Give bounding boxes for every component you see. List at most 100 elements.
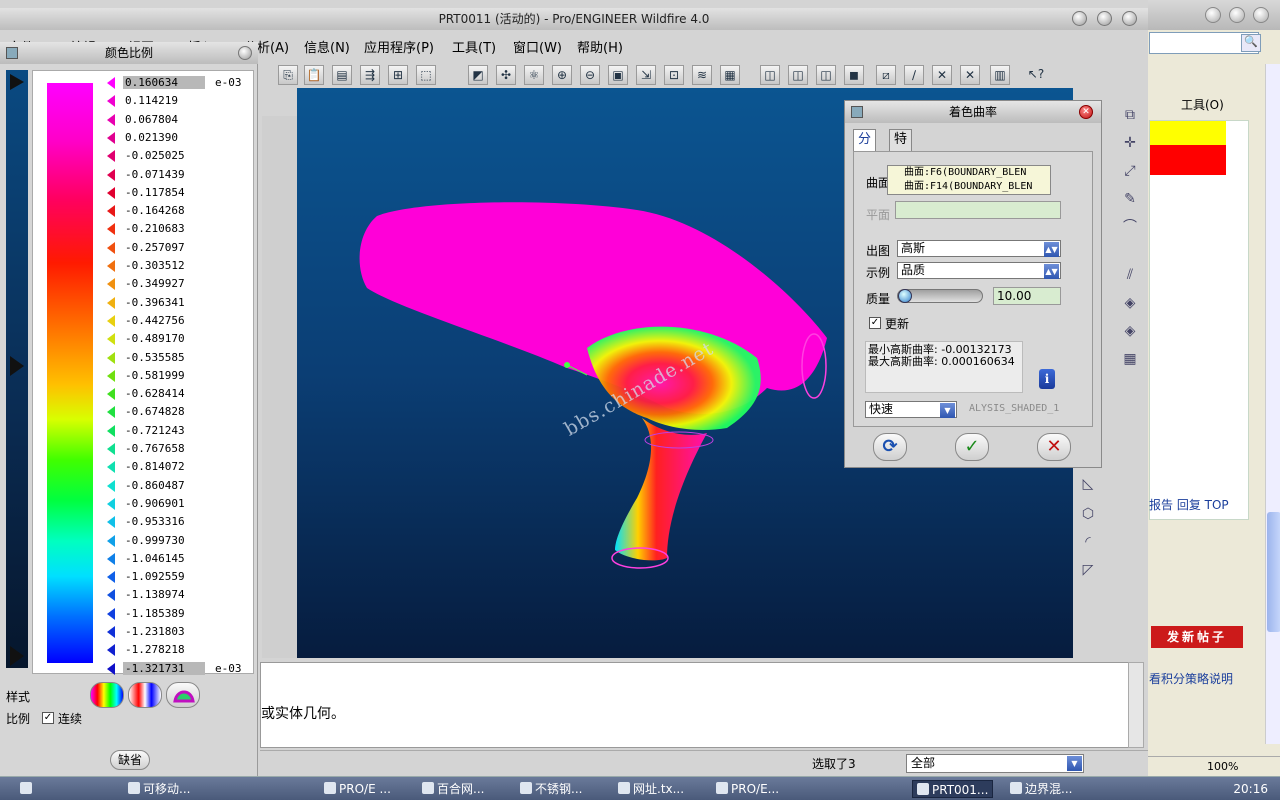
scale-tick-icon[interactable] [107,497,115,510]
mirror-tool-icon[interactable]: ⫽ [1120,265,1140,285]
browser-minimize-button[interactable] [1205,7,1221,23]
scale-tick-icon[interactable] [107,388,115,401]
shaded-style-button[interactable] [166,682,200,708]
datum-points-icon[interactable]: ✕ [932,65,952,85]
coordinate-systems-icon[interactable]: ✕ [960,65,980,85]
scale-tick-icon[interactable] [107,205,115,218]
scale-tick-icon[interactable] [107,534,115,547]
find-icon[interactable]: ⊞ [388,65,408,85]
scale-tick-icon[interactable] [107,461,115,474]
scale-tick-icon[interactable] [107,241,115,254]
quality-slider-handle[interactable] [898,289,912,303]
close-button[interactable] [1122,11,1137,26]
scale-tick-icon[interactable] [107,552,115,565]
chevron-down-icon[interactable]: ▲▼ [1044,242,1059,257]
scale-tick-icon[interactable] [107,168,115,181]
scale-tick-icon[interactable] [107,150,115,163]
scale-limit-field[interactable]: -1.321731 [123,661,205,675]
plot-type-select[interactable]: 高斯 ▲▼ [897,240,1061,257]
message-scrollbar[interactable] [1128,662,1144,748]
surface-item[interactable]: 曲面:F6(BOUNDARY_BLEN [888,166,1050,180]
scale-slider-track[interactable] [6,70,28,668]
scale-limit-field[interactable]: 0.160634 [123,76,205,89]
scale-tick-icon[interactable] [107,131,115,144]
browser-scrollbar[interactable] [1265,64,1280,744]
round-tool-icon[interactable]: ◜ [1078,532,1098,552]
scale-tick-icon[interactable] [107,571,115,584]
intersect-tool-icon[interactable]: ◈ [1120,321,1140,341]
surface-tool-icon[interactable]: ⌒ [1120,217,1140,237]
surface-collector-list[interactable]: 曲面:F6(BOUNDARY_BLEN 曲面:F14(BOUNDARY_BLEN [887,165,1051,195]
sketch-tool-icon[interactable]: ✎ [1120,189,1140,209]
scale-tick-icon[interactable] [107,443,115,455]
zoom-in-icon[interactable]: ⊕ [552,65,572,85]
default-button[interactable]: 缺省 [110,750,150,770]
surface-item[interactable]: 曲面:F14(BOUNDARY_BLEN [888,180,1050,194]
scale-tick-icon[interactable] [107,662,115,675]
curve-tool-icon[interactable]: ⤢ [1120,161,1140,181]
scale-tick-icon[interactable] [107,589,115,602]
paste-icon[interactable]: 📋 [304,65,324,85]
scale-tick-icon[interactable] [107,607,115,620]
scale-tick-icon[interactable] [107,479,115,492]
merge-tool-icon[interactable]: ◈ [1120,293,1140,313]
taskbar-item[interactable]: 不锈钢... [520,780,582,798]
taskbar-item[interactable]: 百合网... [422,780,484,798]
spectrum-style-button[interactable] [90,682,124,708]
info-icon[interactable]: i [1039,369,1055,389]
regenerate-icon[interactable]: ⇶ [360,65,380,85]
menu-window[interactable]: 窗口(W) [513,37,562,56]
scale-tick-icon[interactable] [107,186,115,199]
hidden-line-icon[interactable]: ◫ [788,65,808,85]
scale-tick-icon[interactable] [107,333,115,346]
menu-applications[interactable]: 应用程序(P) [364,37,434,56]
no-hidden-icon[interactable]: ◫ [816,65,836,85]
shading-icon[interactable]: ◼ [844,65,864,85]
reorient-icon[interactable]: ⇲ [636,65,656,85]
pattern-tool-icon[interactable]: ▦ [1120,349,1140,369]
repeat-analysis-button[interactable]: ⟳ [873,433,907,461]
scale-tick-icon[interactable] [107,626,115,638]
taskbar-item[interactable]: 可移动... [128,780,190,798]
banded-style-button[interactable] [128,682,162,708]
layers-icon[interactable]: ≋ [692,65,712,85]
scale-tick-icon[interactable] [107,278,115,291]
view-orient-icon[interactable]: ◩ [468,65,488,85]
browser-close-button[interactable] [1253,7,1269,23]
menu-tools[interactable]: 工具(T) [452,37,496,56]
scale-tick-icon[interactable] [107,314,115,327]
quality-slider[interactable] [897,289,983,303]
ok-button[interactable]: ✓ [955,433,989,461]
scale-tick-icon[interactable] [107,369,115,382]
tab-analysis[interactable]: 分析 [853,129,877,167]
wireframe-icon[interactable]: ◫ [760,65,780,85]
spin-center-icon[interactable]: ✣ [496,65,516,85]
tab-feature[interactable]: 特征 [889,129,913,167]
search-icon[interactable]: 🔍 [1241,34,1261,52]
points-policy-link[interactable]: 看积分策略说明 [1149,670,1233,687]
menu-help[interactable]: 帮助(H) [577,37,623,56]
zoom-out-icon[interactable]: ⊖ [580,65,600,85]
taskbar-item[interactable]: 网址.tx... [618,780,684,798]
scale-tick-icon[interactable] [107,351,115,364]
scale-tick-icon[interactable] [107,644,115,657]
chevron-down-icon[interactable]: ▼ [940,403,955,418]
selection-filter-select[interactable]: 全部 ▼ [906,754,1084,773]
update-checkbox[interactable]: ✓ [869,317,881,329]
new-post-button[interactable]: 发新帖子 [1151,626,1243,648]
datum-planes-icon[interactable]: ⧄ [876,65,896,85]
view-manager-icon[interactable]: ▦ [720,65,740,85]
color-scale-close-button[interactable] [238,46,252,60]
taskbar-item[interactable]: 边界混... [1010,780,1072,798]
sample-select[interactable]: 品质 ▲▼ [897,262,1061,279]
plane-collector-field[interactable] [895,201,1061,219]
scale-tick-icon[interactable] [107,406,115,419]
quality-value-field[interactable]: 10.00 [993,287,1061,305]
zoom-level[interactable]: 100% [1207,760,1238,773]
browser-scroll-thumb[interactable] [1267,512,1280,632]
minimize-button[interactable] [1072,11,1087,26]
middle-marker-icon[interactable] [10,356,24,376]
upper-marker-icon[interactable] [10,74,24,90]
scale-tick-icon[interactable] [107,260,115,272]
datum-axes-icon[interactable]: ∕ [904,65,924,85]
